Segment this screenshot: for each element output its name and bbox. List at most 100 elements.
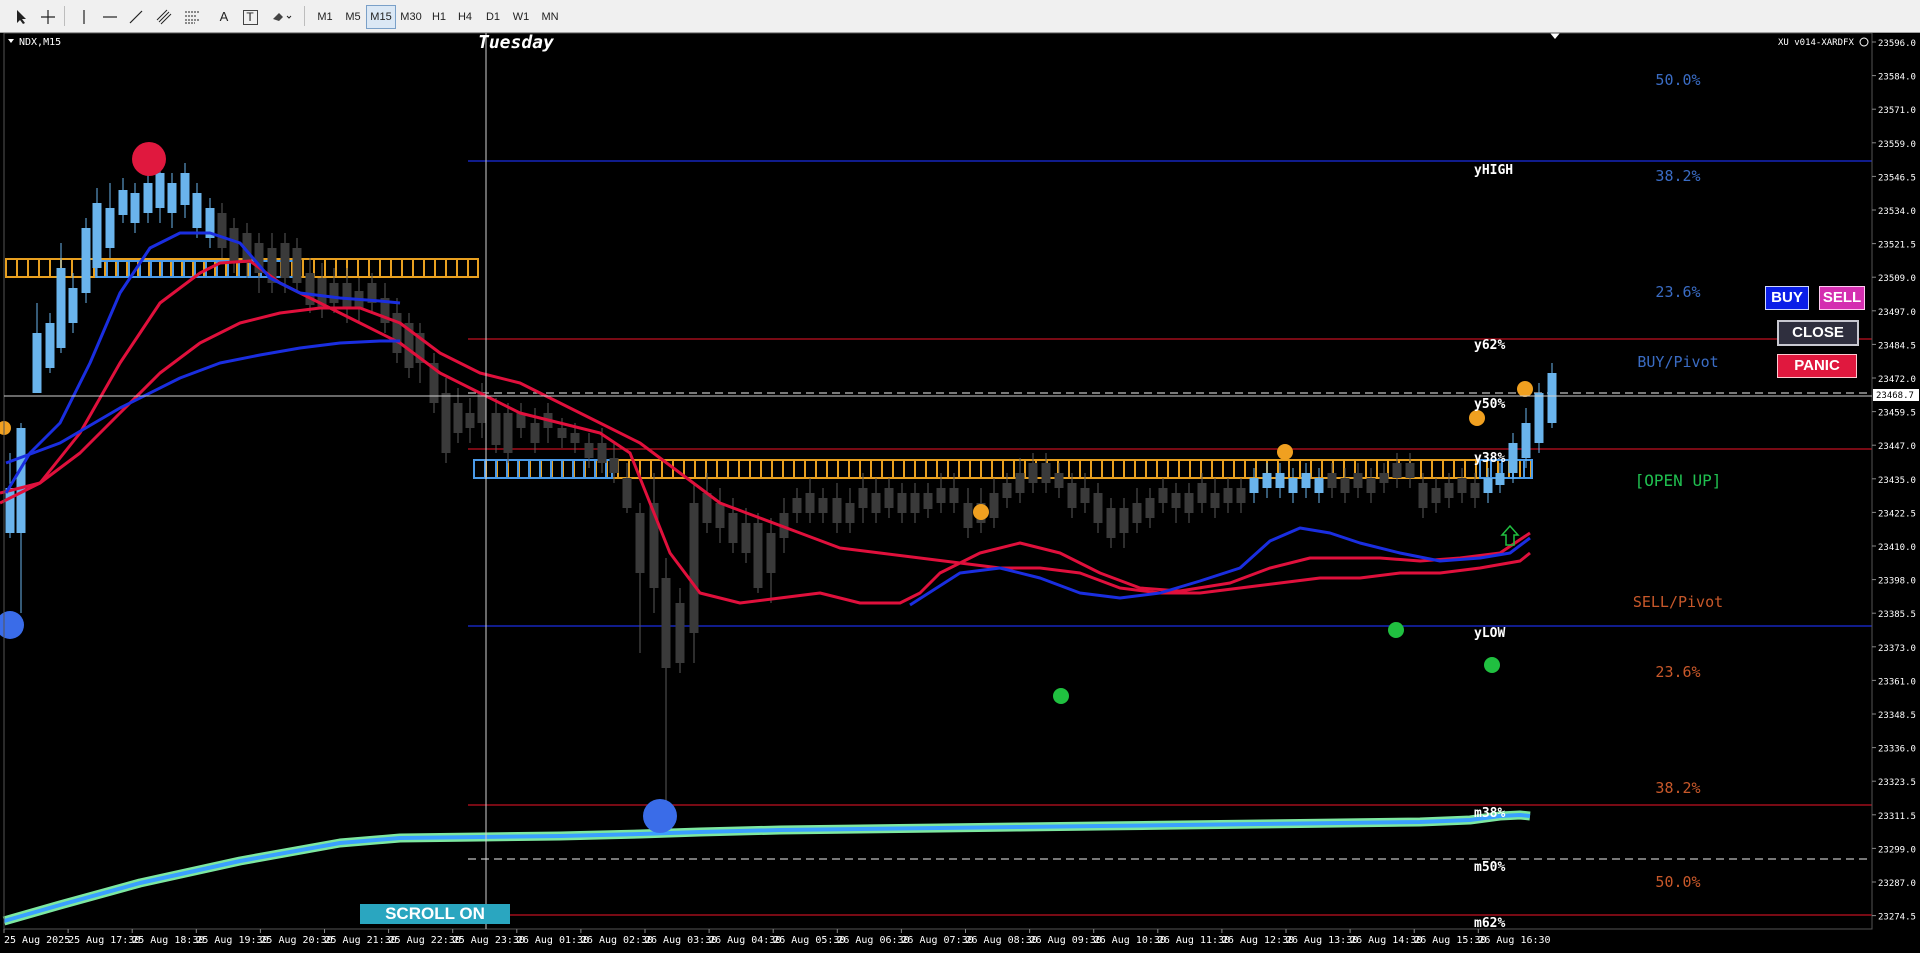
timeframe-d1[interactable]: D1: [480, 5, 506, 29]
candle: [1210, 493, 1220, 508]
time-tick-label: 26 Aug 03:30: [645, 935, 717, 946]
candle: [1041, 463, 1051, 483]
candle: [292, 248, 302, 283]
time-tick-label: 26 Aug 13:30: [1286, 935, 1358, 946]
current-price-label: 23468.7: [1876, 391, 1914, 401]
time-tick-label: 25 Aug 2025: [4, 935, 70, 946]
candle: [949, 488, 959, 503]
price-tick-label: 23361.0: [1878, 677, 1916, 687]
slow-ma-line-2: [5, 339, 400, 465]
candle: [1418, 483, 1428, 508]
time-tick-label: 25 Aug 21:30: [325, 935, 397, 946]
price-tick-label: 23299.0: [1878, 845, 1916, 855]
price-tick-label: 23311.5: [1878, 812, 1916, 822]
candle: [1275, 473, 1285, 488]
candle: [453, 403, 463, 433]
candle: [1080, 488, 1090, 503]
buy-button[interactable]: BUY: [1765, 286, 1809, 310]
vertical-line-icon[interactable]: [72, 5, 96, 29]
candle: [936, 488, 946, 503]
price-tick-label: 23497.0: [1878, 308, 1916, 318]
price-tick-label: 23348.5: [1878, 711, 1916, 721]
timeframe-m15[interactable]: M15: [366, 5, 396, 29]
fib-lower-50-label: 50.0%: [1655, 873, 1700, 891]
scroll-on-button[interactable]: SCROLL ON: [360, 904, 510, 924]
price-chart[interactable]: 23596.0 23584.0 23571.0 23559.0 23546.5 23534…: [0, 32, 1920, 949]
signal-dot-green: [1484, 657, 1500, 673]
candle: [832, 498, 842, 523]
close-button[interactable]: CLOSE: [1777, 320, 1859, 346]
candle: [1236, 488, 1246, 503]
time-tick-label: 26 Aug 10:30: [1094, 935, 1166, 946]
timeframe-m5[interactable]: M5: [340, 5, 366, 29]
price-tick-label: 23546.5: [1878, 173, 1916, 183]
time-tick-label: 26 Aug 05:30: [773, 935, 845, 946]
candle: [329, 283, 339, 303]
mid-blue-zone-left: [473, 459, 613, 479]
fib-upper-23-label: 23.6%: [1655, 283, 1700, 301]
y50-label: y50%: [1474, 397, 1505, 412]
swing-low-marker: [643, 799, 677, 833]
shapes-icon[interactable]: [266, 5, 298, 29]
candle: [675, 603, 685, 663]
time-tick-label: 26 Aug 15:30: [1414, 935, 1486, 946]
candle: [1508, 443, 1518, 473]
fast-ma-line: [0, 259, 1531, 605]
timeframe-m1[interactable]: M1: [312, 5, 338, 29]
price-tick-label: 23596.0: [1878, 39, 1916, 49]
candle: [192, 193, 202, 228]
candle: [342, 283, 352, 308]
channel-icon[interactable]: [152, 5, 176, 29]
candle: [16, 428, 26, 533]
m62-label: m62%: [1474, 916, 1505, 931]
price-tick-label: 23274.5: [1878, 913, 1916, 923]
candle: [1262, 473, 1272, 488]
candle: [1002, 483, 1012, 498]
signal-dot: [1469, 410, 1485, 426]
candle: [584, 443, 594, 458]
time-tick-label: 26 Aug 16:30: [1478, 935, 1550, 946]
horizontal-line-icon[interactable]: [98, 5, 122, 29]
price-tick-label: 23323.5: [1878, 778, 1916, 788]
timeframe-h1[interactable]: H1: [426, 5, 452, 29]
candle: [1314, 478, 1324, 493]
crosshair-icon[interactable]: [36, 5, 60, 29]
candle: [871, 493, 881, 513]
candle: [45, 323, 55, 368]
price-tick-label: 23559.0: [1878, 140, 1916, 150]
time-tick-label: 26 Aug 07:30: [901, 935, 973, 946]
signal-dot-green: [1388, 622, 1404, 638]
candle: [32, 333, 42, 393]
timeframe-m30[interactable]: M30: [396, 5, 426, 29]
fast-ma-line-2: [0, 306, 1531, 595]
chart-shift-marker-icon: [1550, 33, 1560, 39]
time-tick-label: 26 Aug 06:30: [837, 935, 909, 946]
text-label-icon[interactable]: T: [238, 5, 262, 29]
signal-dot: [1277, 444, 1293, 460]
candle: [1158, 488, 1168, 503]
fib-upper-50-label: 50.0%: [1655, 71, 1700, 89]
candle: [597, 443, 607, 463]
candle: [491, 413, 501, 445]
candle: [56, 268, 66, 348]
timeframe-h4[interactable]: H4: [452, 5, 478, 29]
signal-dot: [973, 504, 989, 520]
trendline-icon[interactable]: [124, 5, 148, 29]
fib-upper-38-label: 38.2%: [1655, 167, 1700, 185]
candle: [503, 413, 513, 453]
candle: [530, 423, 540, 443]
fibonacci-icon[interactable]: [180, 5, 204, 29]
price-tick-label: 23447.0: [1878, 442, 1916, 452]
text-icon[interactable]: A: [212, 5, 236, 29]
sell-button[interactable]: SELL: [1819, 286, 1865, 310]
candle: [845, 503, 855, 523]
candle: [753, 523, 763, 588]
price-tick-label: 23435.0: [1878, 476, 1916, 486]
timeframe-w1[interactable]: W1: [508, 5, 534, 29]
timeframe-mn[interactable]: MN: [536, 5, 564, 29]
panic-button[interactable]: PANIC: [1777, 354, 1857, 378]
chart-window[interactable]: 23596.0 23584.0 23571.0 23559.0 23546.5 23534…: [0, 32, 1920, 949]
cursor-icon[interactable]: [10, 5, 34, 29]
symbol-label: NDX,M15: [19, 37, 61, 48]
candle: [1171, 493, 1181, 508]
